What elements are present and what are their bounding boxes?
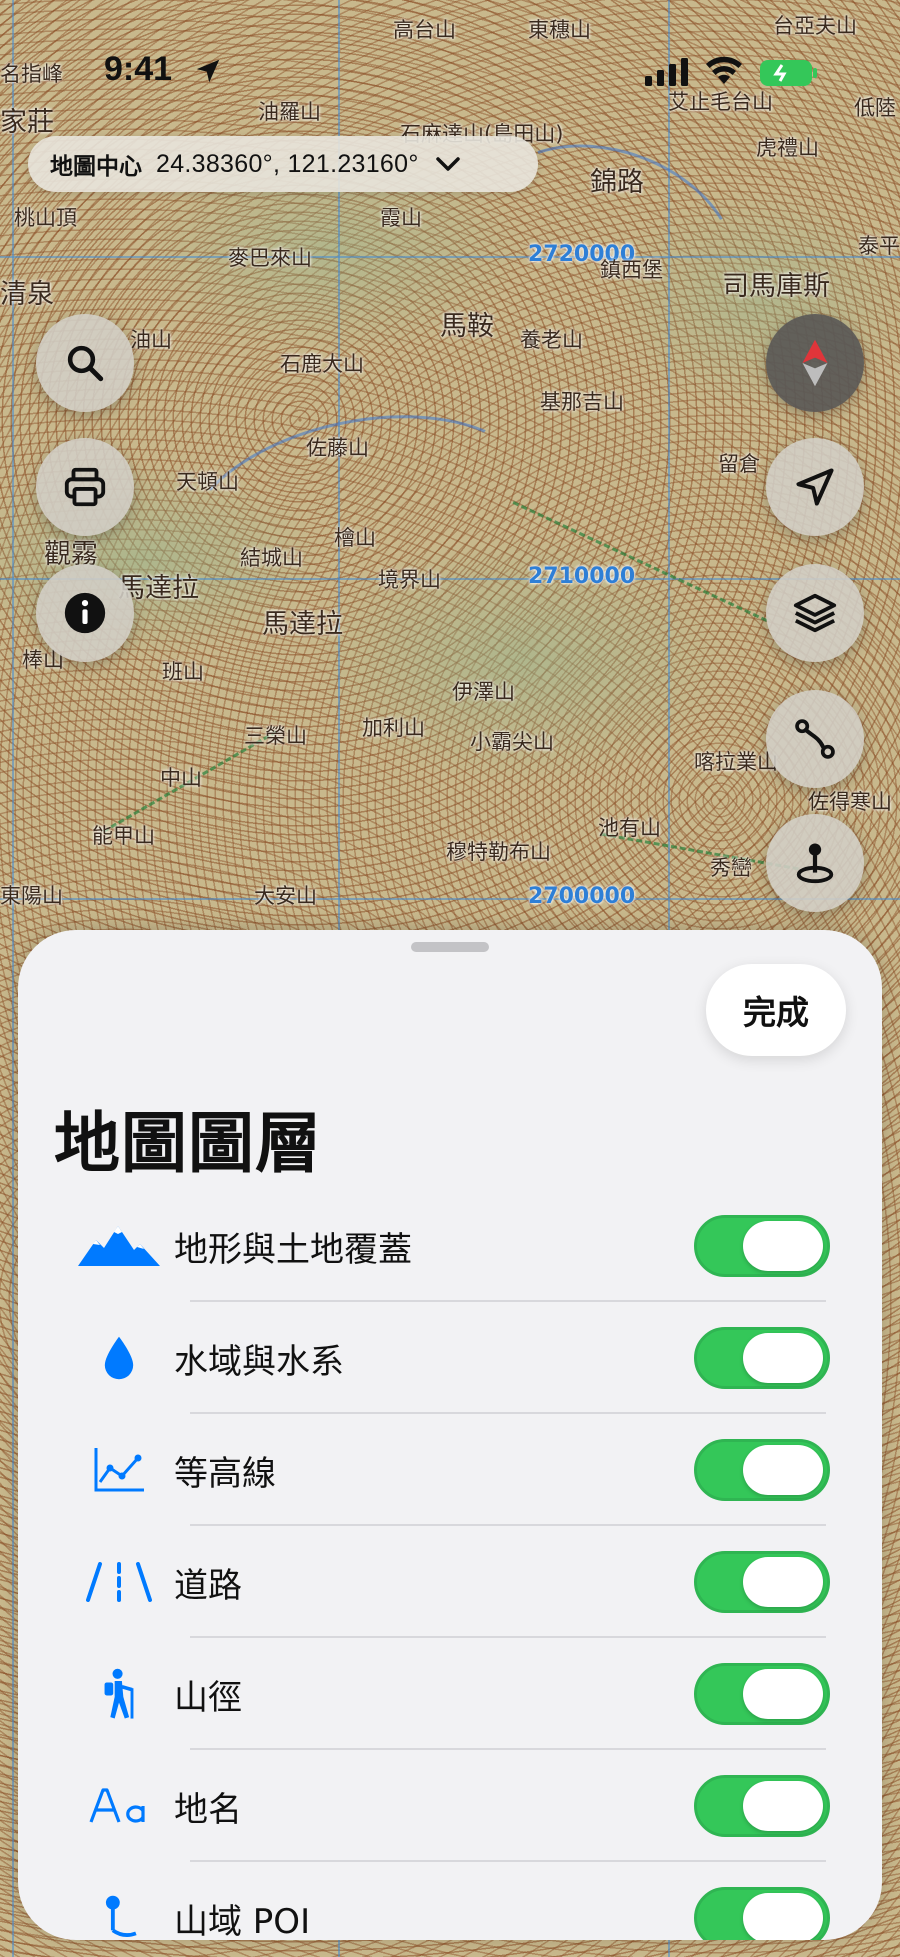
info-button[interactable] <box>36 564 134 662</box>
layer-label: 山域 POI <box>174 1901 311 1941</box>
place-label: 伊澤山 <box>452 680 515 704</box>
layer-row-terrain[interactable]: 地形與土地覆蓋 <box>54 1190 846 1302</box>
layer-row-contours[interactable]: 等高線 <box>54 1414 846 1526</box>
layer-toggle[interactable] <box>694 1327 830 1389</box>
layer-row-poi[interactable]: 山域 POI <box>54 1862 846 1940</box>
map-center-label: 地圖中心 <box>50 154 142 180</box>
place-label: 養老山 <box>520 328 583 352</box>
place-label: 司馬庫斯 <box>722 271 830 302</box>
place-label: 石鹿大山 <box>280 352 364 376</box>
place-label: 班山 <box>162 660 204 684</box>
print-button[interactable] <box>36 438 134 536</box>
layer-label: 地名 <box>174 1789 242 1830</box>
contour-chart-icon <box>94 1448 144 1492</box>
place-label: 能甲山 <box>92 824 155 848</box>
place-label: 三榮山 <box>244 724 307 748</box>
layer-toggle[interactable] <box>694 1439 830 1501</box>
layer-toggle[interactable] <box>694 1551 830 1613</box>
drop-pin-button[interactable] <box>766 814 864 912</box>
wifi-icon <box>706 56 742 84</box>
place-label: 境界山 <box>378 568 441 592</box>
place-label: 馬達拉 <box>262 609 343 640</box>
layer-label: 等高線 <box>174 1453 276 1494</box>
place-label: 加利山 <box>362 716 425 740</box>
layer-label: 水域與水系 <box>174 1341 344 1382</box>
layer-row-water[interactable]: 水域與水系 <box>54 1302 846 1414</box>
place-label: 霞山 <box>380 206 422 230</box>
place-label: 佐得寒山 <box>808 790 892 814</box>
water-drop-icon <box>104 1336 134 1380</box>
printer-icon <box>64 467 106 507</box>
grid-label-2710000: 2710000 <box>528 564 636 589</box>
route-icon <box>795 719 835 759</box>
search-button[interactable] <box>36 314 134 412</box>
cellular-signal-icon <box>645 58 688 86</box>
battery-icon <box>760 60 817 86</box>
chevron-down-icon <box>435 157 460 171</box>
info-icon <box>64 592 106 634</box>
mountain-icon <box>78 1226 160 1266</box>
route-button[interactable] <box>766 690 864 788</box>
place-label: 檜山 <box>334 526 376 550</box>
place-label: 留倉 <box>718 452 760 476</box>
layer-label: 山徑 <box>174 1677 242 1718</box>
road-icon <box>86 1562 152 1602</box>
layer-toggle[interactable] <box>694 1663 830 1725</box>
location-arrow-icon <box>796 468 834 506</box>
place-label: 桃山頂 <box>14 206 77 230</box>
map-center-selector[interactable]: 地圖中心 24.38360°, 121.23160° <box>28 136 538 192</box>
layer-list: 地形與土地覆蓋 水域與水系 等高線 道路 山徑 地名 山域 POI <box>54 1190 846 1940</box>
pin-icon <box>796 843 834 884</box>
place-label: 泰平 <box>858 234 900 258</box>
search-icon <box>67 345 104 382</box>
place-label: 錦路 <box>590 167 644 198</box>
hiker-icon <box>104 1668 134 1719</box>
layer-label: 道路 <box>174 1565 242 1606</box>
locate-me-button[interactable] <box>766 438 864 536</box>
layer-toggle[interactable] <box>694 1887 830 1940</box>
layer-row-place-names[interactable]: 地名 <box>54 1750 846 1862</box>
layer-toggle[interactable] <box>694 1775 830 1837</box>
poi-pin-icon <box>105 1895 137 1938</box>
layer-label: 地形與土地覆蓋 <box>174 1229 412 1270</box>
compass-icon <box>802 339 828 387</box>
location-arrow-icon <box>196 59 220 83</box>
place-label: 天頓山 <box>176 470 239 494</box>
layer-row-trails[interactable]: 山徑 <box>54 1638 846 1750</box>
map-center-coords: 24.38360°, 121.23160° <box>156 149 419 178</box>
place-label: 秀巒 <box>710 856 752 880</box>
place-label: 小霸尖山 <box>470 730 554 754</box>
place-label: 穆特勒布山 <box>446 840 551 864</box>
place-label: 中山 <box>160 766 202 790</box>
place-label: 大安山 <box>254 884 317 908</box>
place-label: 清泉 <box>0 279 54 310</box>
grid-label-2700000: 2700000 <box>528 884 636 909</box>
place-label: 基那吉山 <box>540 390 624 414</box>
layers-button[interactable] <box>766 564 864 662</box>
compass-button[interactable] <box>766 314 864 412</box>
place-label: 虎禮山 <box>756 136 819 160</box>
text-aa-icon <box>89 1788 145 1823</box>
place-label: 馬鞍 <box>440 311 494 342</box>
layer-row-roads[interactable]: 道路 <box>54 1526 846 1638</box>
map-layers-sheet: 完成 地圖圖層 地形與土地覆蓋 水域與水系 等高線 道路 山徑 地名 山域 PO… <box>18 930 882 1940</box>
place-label: 麥巴來山 <box>228 246 312 270</box>
layers-icon <box>793 593 837 633</box>
sheet-title: 地圖圖層 <box>54 1105 322 1182</box>
layer-toggle[interactable] <box>694 1215 830 1277</box>
place-label: 東陽山 <box>0 884 63 908</box>
status-bar: 9:41 <box>0 0 900 120</box>
sheet-grabber[interactable] <box>411 942 489 952</box>
place-label: 結城山 <box>240 546 303 570</box>
done-button[interactable]: 完成 <box>706 964 846 1056</box>
place-label: 池有山 <box>598 816 661 840</box>
place-label: 佐藤山 <box>306 436 369 460</box>
place-label: 油山 <box>130 328 172 352</box>
place-label: 喀拉業山 <box>694 750 778 774</box>
place-label: 鎮西堡 <box>600 258 663 282</box>
status-time: 9:41 <box>104 50 173 88</box>
